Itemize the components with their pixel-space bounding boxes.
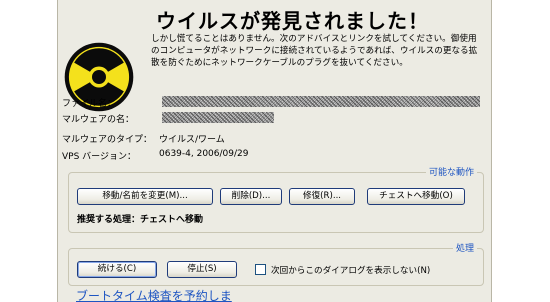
malware-type-row: マルウェアのタイプ： ウイルス/ワーム [62,132,482,145]
actions-legend: 可能な動作 [425,165,477,178]
process-legend: 処理 [452,241,477,254]
malware-name-label: マルウェアの名： [62,115,135,125]
vps-label: VPS バージョン： [62,152,136,162]
file-name-redacted [162,96,480,107]
virus-alert-dialog: ウイルスが発見されました！ しかし慌てることはありません。次のアドバイスとリンク… [57,0,492,302]
malware-name-redacted [162,112,274,123]
process-group: 処理 続ける(C) 停止(S) 次回からこのダイアログを表示しない(N) [68,241,484,286]
recommended-action: 推奨する処理：チェストへ移動 [77,215,204,225]
boot-scan-link[interactable]: ブートタイム検査を予約しま [76,287,232,302]
dont-show-checkbox[interactable] [255,264,266,275]
malware-type-label: マルウェアのタイプ： [62,135,153,145]
malware-type-value: ウイルス/ワーム [159,135,225,145]
vps-value: 0639-4, 2006/09/29 [159,149,249,159]
file-name-row: ファイル名： [62,96,482,109]
dialog-message: しかし慌てることはありません。次のアドバイスとリンクを試してください。御使用のコ… [151,34,478,68]
actions-group: 可能な動作 移動/名前を変更(M)... 削除(D)... 修復(R)... チ… [68,165,484,233]
move-to-chest-button[interactable]: チェストへ移動(O) [367,188,465,205]
malware-name-row: マルウェアの名： [62,112,482,125]
file-name-label: ファイル名： [62,99,117,109]
stop-button[interactable]: 停止(S) [167,261,237,278]
continue-button[interactable]: 続ける(C) [77,261,157,278]
dialog-title: ウイルスが発見されました！ [156,9,429,33]
repair-button[interactable]: 修復(R)... [289,188,355,205]
delete-button[interactable]: 削除(D)... [220,188,282,205]
dont-show-label[interactable]: 次回からこのダイアログを表示しない(N) [271,264,430,276]
vps-row: VPS バージョン： 0639-4, 2006/09/29 [62,149,482,162]
move-rename-button[interactable]: 移動/名前を変更(M)... [77,188,213,205]
